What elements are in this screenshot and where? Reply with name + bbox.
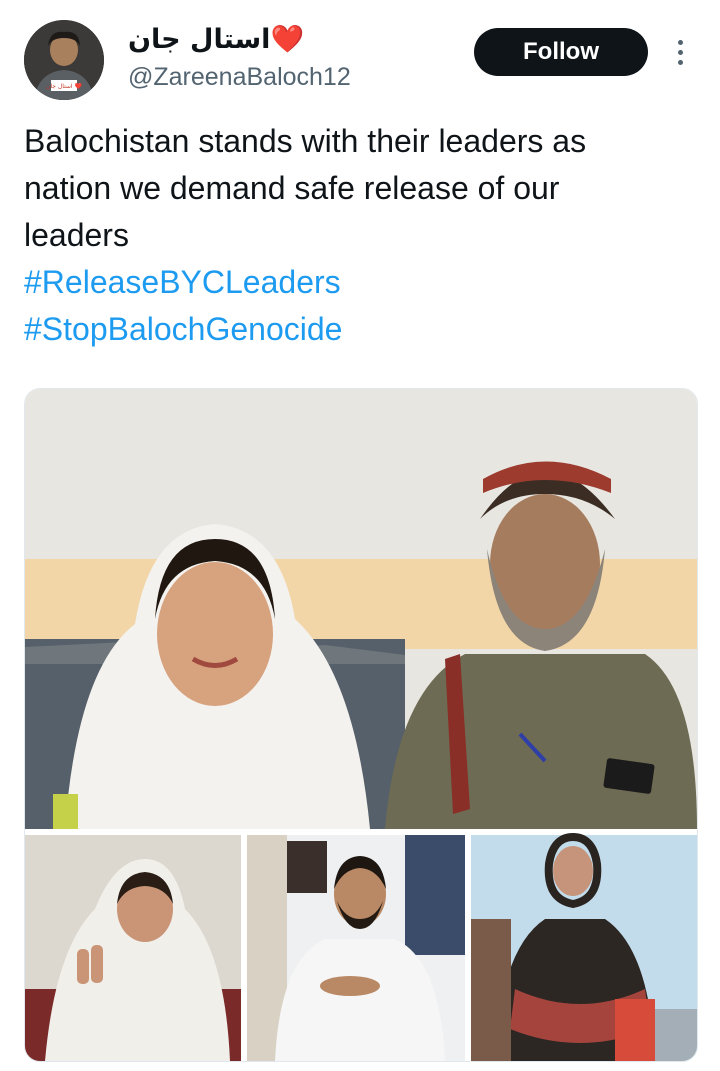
main-photo[interactable] bbox=[25, 389, 697, 829]
dot bbox=[677, 49, 683, 55]
tweet-line: nation we demand safe release of our bbox=[24, 170, 560, 206]
tweet-media-collage[interactable] bbox=[24, 388, 698, 1062]
collage-photo-1[interactable] bbox=[25, 835, 241, 1061]
collage-photo-2[interactable] bbox=[247, 835, 465, 1061]
follow-button[interactable]: Follow bbox=[474, 28, 648, 76]
tweet-line: leaders bbox=[24, 217, 129, 253]
dot bbox=[677, 59, 683, 65]
avatar[interactable]: استال جان ❤️ bbox=[24, 20, 104, 100]
dot bbox=[677, 39, 683, 45]
display-name[interactable]: استال جان❤️ bbox=[128, 22, 304, 58]
hashtag-link[interactable]: #ReleaseBYCLeaders bbox=[24, 259, 694, 306]
tweet-text: Balochistan stands with their leaders as… bbox=[24, 118, 694, 353]
more-vertical-icon[interactable] bbox=[668, 34, 692, 70]
avatar-badge-text: استال جان ❤️ bbox=[46, 82, 82, 90]
tweet-line: Balochistan stands with their leaders as bbox=[24, 123, 587, 159]
tweet-header: استال جان ❤️ استال جان❤️ @ZareenaBaloch1… bbox=[0, 0, 720, 110]
user-handle[interactable]: @ZareenaBaloch12 bbox=[128, 60, 351, 94]
collage-photo-3[interactable] bbox=[471, 832, 697, 1061]
hashtag-link[interactable]: #StopBalochGenocide bbox=[24, 306, 694, 353]
